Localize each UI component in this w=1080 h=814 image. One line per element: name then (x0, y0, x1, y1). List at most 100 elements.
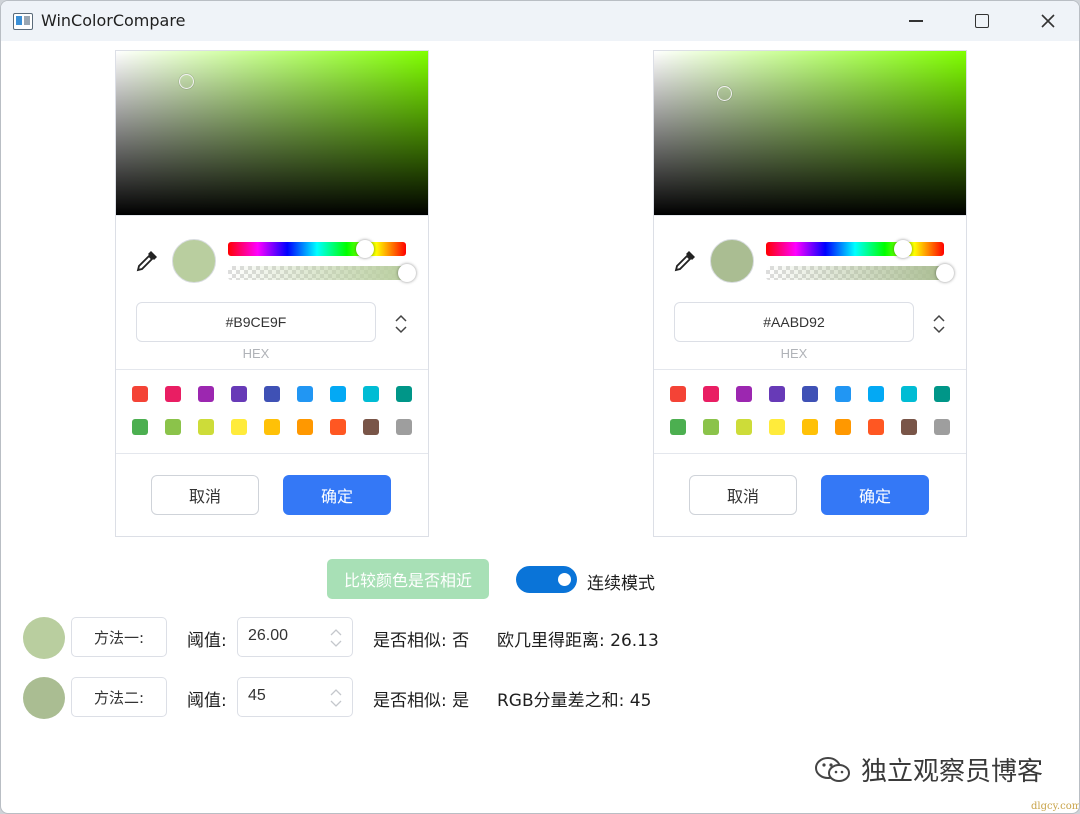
preset-color-swatch[interactable] (396, 419, 412, 435)
preset-color-swatch[interactable] (736, 386, 752, 402)
threshold-input[interactable]: 45 (237, 677, 353, 717)
preset-color-swatch[interactable] (901, 419, 917, 435)
preset-color-swatch[interactable] (901, 386, 917, 402)
window-title: WinColorCompare (41, 11, 186, 30)
eyedropper-icon[interactable] (672, 248, 698, 274)
threshold-label: 阈值: (187, 691, 227, 711)
toggle-knob (558, 573, 571, 586)
preset-color-swatch[interactable] (868, 419, 884, 435)
preset-color-swatch[interactable] (835, 386, 851, 402)
preset-color-swatch[interactable] (231, 386, 247, 402)
preset-color-swatch[interactable] (330, 386, 346, 402)
preset-color-swatch[interactable] (736, 419, 752, 435)
preset-color-swatch[interactable] (363, 419, 379, 435)
alpha-slider-knob[interactable] (398, 264, 416, 282)
app-icon (13, 13, 33, 30)
preset-color-swatch[interactable] (264, 419, 280, 435)
color-swatch (23, 677, 65, 719)
format-toggle-icon[interactable] (930, 313, 948, 335)
hex-format-label: HEX (780, 346, 808, 361)
preset-color-swatch[interactable] (264, 386, 280, 402)
similar-result: 是否相似: 否 (373, 631, 470, 651)
method1-button[interactable]: 方法一: (71, 617, 167, 657)
sv-handle[interactable] (717, 86, 732, 101)
preset-color-swatch[interactable] (330, 419, 346, 435)
preset-color-swatch[interactable] (934, 386, 950, 402)
threshold-value[interactable]: 45 (248, 687, 266, 705)
preset-color-swatch[interactable] (835, 419, 851, 435)
preset-color-swatch[interactable] (231, 419, 247, 435)
continuous-mode-label: 连续模式 (587, 574, 655, 594)
preset-color-swatch[interactable] (934, 419, 950, 435)
hue-slider-knob[interactable] (894, 240, 912, 258)
cancel-button[interactable]: 取消 (689, 475, 797, 515)
minimize-button[interactable] (883, 1, 949, 41)
close-icon (1041, 14, 1055, 28)
wechat-icon (815, 756, 850, 782)
preset-color-swatch[interactable] (703, 419, 719, 435)
distance-result: 欧几里得距离: 26.13 (497, 631, 659, 651)
divider (116, 369, 428, 370)
confirm-button[interactable]: 确定 (821, 475, 929, 515)
preset-color-swatch[interactable] (198, 419, 214, 435)
preset-color-swatch[interactable] (396, 386, 412, 402)
preset-color-swatch[interactable] (297, 419, 313, 435)
eyedropper-icon[interactable] (134, 248, 160, 274)
method2-button[interactable]: 方法二: (71, 677, 167, 717)
preset-color-swatch[interactable] (132, 386, 148, 402)
preset-color-swatch[interactable] (802, 419, 818, 435)
divider (116, 215, 428, 216)
continuous-mode-toggle[interactable] (516, 566, 577, 593)
divider (654, 453, 966, 454)
alpha-slider[interactable] (766, 264, 954, 282)
rgb-sum-result: RGB分量差之和: 45 (497, 691, 652, 711)
title-bar: WinColorCompare (1, 1, 1079, 41)
minimize-icon (909, 20, 923, 22)
preset-color-swatch[interactable] (868, 386, 884, 402)
preset-color-swatch[interactable] (297, 386, 313, 402)
hex-input[interactable]: #AABD92 (674, 302, 914, 342)
spinner-icon[interactable] (328, 627, 344, 649)
divider (654, 369, 966, 370)
cancel-button[interactable]: 取消 (151, 475, 259, 515)
hue-slider[interactable] (228, 240, 406, 258)
preset-color-swatch[interactable] (769, 419, 785, 435)
watermark: 独立观察员博客 (813, 751, 1043, 788)
close-button[interactable] (1015, 1, 1079, 41)
hue-slider[interactable] (766, 240, 944, 258)
preset-color-swatch[interactable] (198, 386, 214, 402)
preset-color-swatch[interactable] (363, 386, 379, 402)
preset-color-swatch[interactable] (802, 386, 818, 402)
saturation-value-area[interactable] (116, 51, 428, 215)
color-picker-right: #AABD92 HEX 取消 确定 (653, 50, 967, 537)
preset-color-swatch[interactable] (703, 386, 719, 402)
method2-row: 方法二: 阈值: 45 是否相似: 是 RGB分量差之和: 45 (1, 676, 1079, 720)
hue-slider-knob[interactable] (356, 240, 374, 258)
hex-format-label: HEX (242, 346, 270, 361)
preset-color-swatch[interactable] (165, 386, 181, 402)
watermark-text: 独立观察员博客 (861, 757, 1044, 787)
preset-color-swatch[interactable] (132, 419, 148, 435)
divider (116, 453, 428, 454)
color-preview (172, 239, 216, 283)
threshold-input[interactable]: 26.00 (237, 617, 353, 657)
compare-colors-button[interactable]: 比较颜色是否相近 (327, 559, 489, 599)
threshold-value[interactable]: 26.00 (248, 627, 288, 645)
preset-color-swatch[interactable] (769, 386, 785, 402)
method1-row: 方法一: 阈值: 26.00 是否相似: 否 欧几里得距离: 26.13 (1, 616, 1079, 660)
sv-handle[interactable] (179, 74, 194, 89)
preset-color-swatch[interactable] (165, 419, 181, 435)
confirm-button[interactable]: 确定 (283, 475, 391, 515)
preset-color-swatch[interactable] (670, 386, 686, 402)
alpha-slider[interactable] (228, 264, 416, 282)
color-swatch (23, 617, 65, 659)
saturation-value-area[interactable] (654, 51, 966, 215)
hex-input[interactable]: #B9CE9F (136, 302, 376, 342)
preset-color-swatch[interactable] (670, 419, 686, 435)
spinner-icon[interactable] (328, 687, 344, 709)
maximize-button[interactable] (949, 1, 1015, 41)
alpha-slider-knob[interactable] (936, 264, 954, 282)
format-toggle-icon[interactable] (392, 313, 410, 335)
color-preview (710, 239, 754, 283)
watermark-url: dlgcy.com (1031, 801, 1080, 812)
